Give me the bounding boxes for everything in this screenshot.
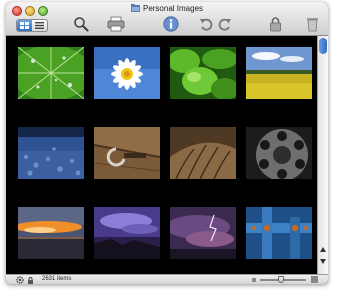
photo-thumbnail[interactable] [246,207,312,259]
photo-thumbnail[interactable] [18,47,84,99]
photo-thumbnail[interactable] [170,47,236,99]
title-bar: Personal Images [6,2,328,36]
vertical-scrollbar[interactable] [317,36,328,274]
photo-thumbnail[interactable] [246,47,312,99]
thumbnail-size-slider-knob[interactable] [278,276,284,283]
thumbnail-size-slider[interactable] [260,276,306,283]
window-title: Personal Images [6,4,328,13]
grid-view-icon [20,22,29,29]
photo-thumbnail[interactable] [18,127,84,179]
lock-icon[interactable] [27,276,34,284]
view-mode-control [16,19,48,32]
grid-view-button[interactable] [17,20,32,31]
rotate-right-icon[interactable] [218,16,232,32]
scroll-down-arrow-icon[interactable] [319,258,327,265]
small-thumbnail-icon [252,278,256,282]
lock-icon[interactable] [269,16,282,32]
trash-icon[interactable] [306,16,319,32]
list-view-icon [35,22,44,29]
photo-thumbnail[interactable] [94,47,160,99]
image-browser-window: Personal Images 2631 items [6,2,328,284]
info-icon[interactable] [163,16,179,32]
photo-thumbnail[interactable] [170,127,236,179]
photo-grid[interactable] [6,36,317,274]
list-view-button[interactable] [32,20,47,31]
print-icon[interactable] [107,16,125,32]
item-count: 2631 items [42,276,72,282]
photo-thumbnail[interactable] [94,207,160,259]
photo-thumbnail[interactable] [18,207,84,259]
search-icon[interactable] [73,16,89,32]
rotate-left-icon[interactable] [199,16,213,32]
large-thumbnail-icon [311,276,318,283]
scroll-up-arrow-icon[interactable] [319,246,327,253]
status-bar: 2631 items [6,274,328,284]
photo-thumbnail[interactable] [246,127,312,179]
gear-icon[interactable] [16,276,24,284]
window-title-text: Personal Images [142,4,204,13]
scrollbar-thumb[interactable] [319,38,327,54]
photo-thumbnail[interactable] [170,207,236,259]
photo-thumbnail[interactable] [94,127,160,179]
folder-icon [130,4,140,12]
